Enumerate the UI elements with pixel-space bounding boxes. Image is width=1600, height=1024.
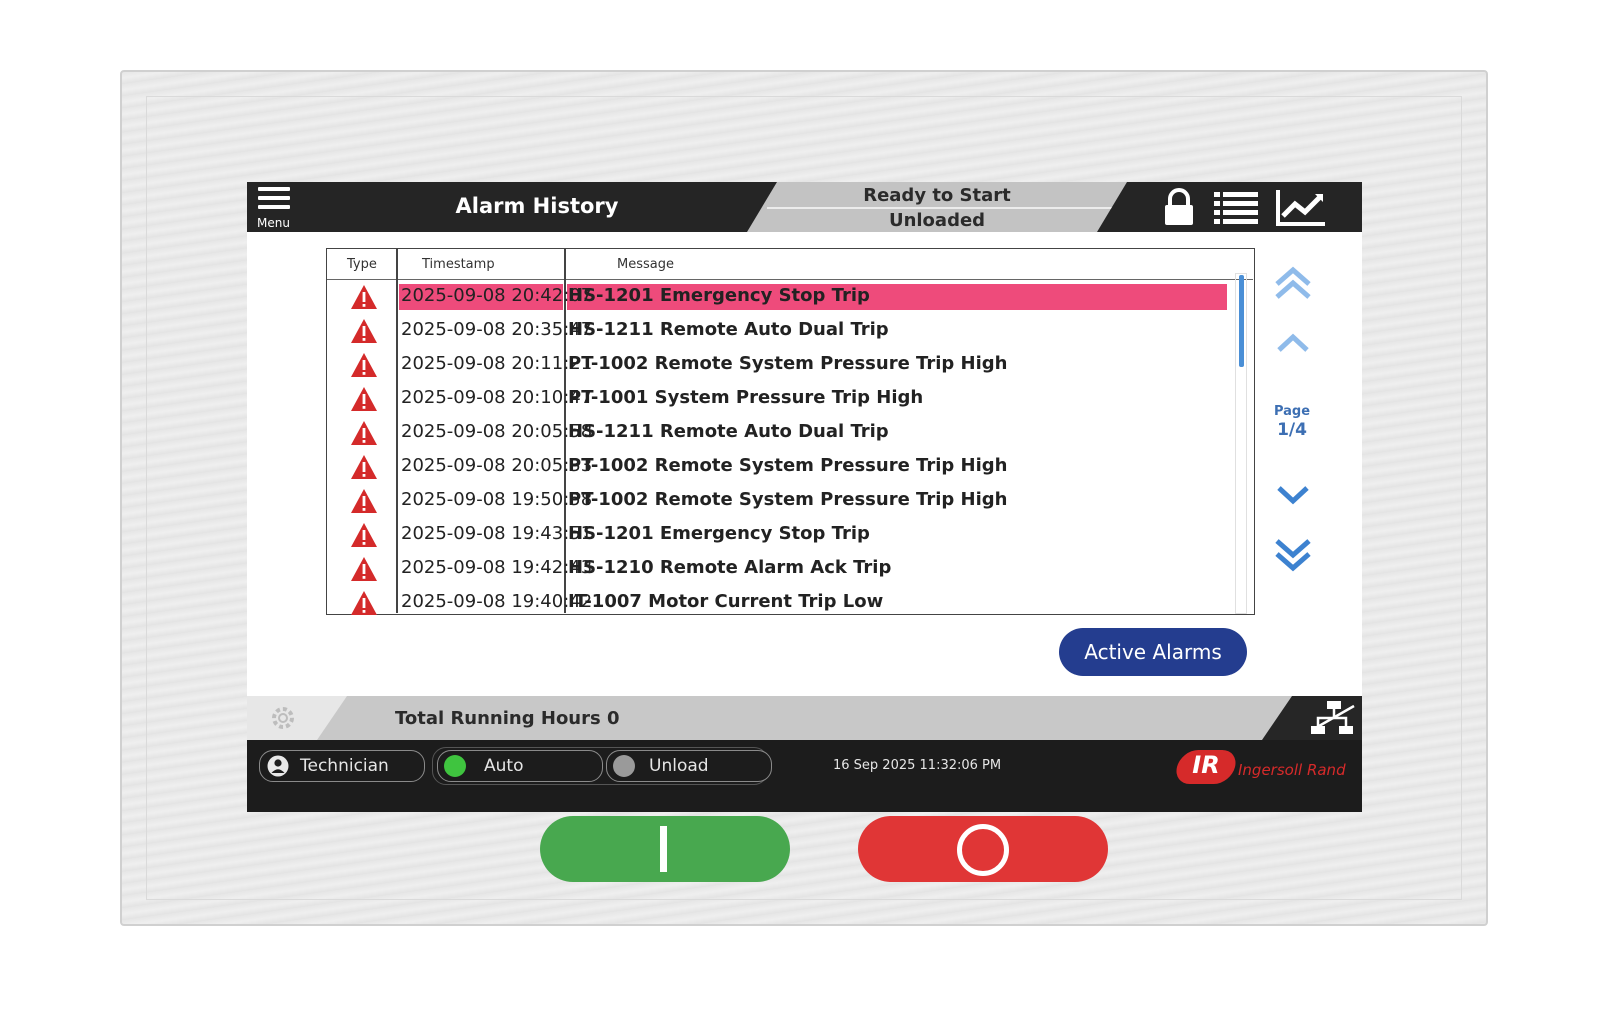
table-row[interactable]: 2025-09-08 19:43:51 HS-1201 Emergency Sto… (327, 518, 1253, 552)
alarm-triangle-icon (351, 285, 377, 309)
alarm-triangle-icon (351, 387, 377, 411)
last-page-icon[interactable] (1271, 534, 1315, 574)
unload-label: Unload (649, 756, 709, 776)
column-header-timestamp: Timestamp (422, 257, 495, 272)
alarm-triangle-icon (351, 421, 377, 445)
active-alarms-button[interactable]: Active Alarms (1059, 628, 1247, 676)
alarm-triangle-icon (351, 455, 377, 479)
row-timestamp: 2025-09-08 20:10:47 (401, 387, 593, 408)
hours-bar-left-segment (247, 696, 347, 740)
alarm-triangle-icon (351, 591, 377, 615)
network-icon[interactable] (1309, 700, 1357, 736)
user-selector[interactable]: Technician (259, 750, 425, 782)
row-message: HS-1201 Emergency Stop Trip (568, 285, 870, 306)
alarm-triangle-icon (351, 319, 377, 343)
hamburger-menu-icon-bar (258, 187, 290, 191)
machine-status: Ready to Start Unloaded (747, 182, 1127, 232)
total-running-hours: Total Running Hours 0 (395, 708, 620, 729)
auto-mode-label: Auto (484, 756, 524, 776)
page-indicator: 1/4 (1277, 420, 1307, 440)
column-header-message: Message (617, 257, 674, 272)
status-run-state: Ready to Start (863, 185, 1011, 206)
page-title: Alarm History (455, 194, 619, 218)
auto-status-led (444, 755, 466, 777)
brand-logo: IR Ingersoll Rand (1172, 748, 1357, 788)
row-message: IT-1007 Motor Current Trip Low (568, 591, 884, 612)
row-message: HS-1210 Remote Alarm Ack Trip (568, 557, 892, 578)
unload-button[interactable]: Unload (606, 750, 772, 782)
previous-page-icon[interactable] (1271, 324, 1315, 364)
row-message: PT-1002 Remote System Pressure Trip High (568, 455, 1008, 476)
row-message: HS-1211 Remote Auto Dual Trip (568, 421, 889, 442)
row-message: PT-1002 Remote System Pressure Trip High (568, 353, 1008, 374)
trend-chart-icon[interactable] (1275, 188, 1327, 228)
row-timestamp: 2025-09-08 19:42:43 (401, 557, 593, 578)
scrollbar-thumb[interactable] (1239, 275, 1244, 367)
header-bar: Menu Alarm History Ready to Start Unload… (247, 182, 1362, 232)
row-timestamp: 2025-09-08 20:35:47 (401, 319, 593, 340)
table-scrollbar[interactable] (1235, 273, 1247, 614)
first-page-icon[interactable] (1271, 264, 1315, 304)
status-divider (767, 207, 1112, 209)
row-timestamp: 2025-09-08 19:50:58 (401, 489, 593, 510)
alarm-triangle-icon (351, 557, 377, 581)
table-row[interactable]: 2025-09-08 20:35:47 HS-1211 Remote Auto D… (327, 314, 1253, 348)
start-bar-icon (660, 826, 667, 872)
row-message: PT-1002 Remote System Pressure Trip High (568, 489, 1008, 510)
row-timestamp: 2025-09-08 20:05:33 (401, 455, 593, 476)
status-load-state: Unloaded (888, 210, 986, 231)
list-icon[interactable] (1212, 188, 1260, 228)
row-message: HS-1201 Emergency Stop Trip (568, 523, 870, 544)
stop-button[interactable] (858, 816, 1108, 882)
row-message: HS-1211 Remote Auto Dual Trip (568, 319, 889, 340)
column-header-type: Type (347, 257, 377, 272)
hmi-screen: Menu Alarm History Ready to Start Unload… (247, 182, 1362, 812)
row-timestamp: 2025-09-08 20:05:58 (401, 421, 593, 442)
table-row[interactable]: 2025-09-08 20:10:47 PT-1001 System Pressu… (327, 382, 1253, 416)
auto-mode-button[interactable]: Auto (437, 750, 603, 782)
start-button[interactable] (540, 816, 790, 882)
gear-icon[interactable] (269, 704, 297, 732)
hamburger-menu-icon-bar (258, 205, 290, 209)
row-timestamp: 2025-09-08 20:11:21 (401, 353, 593, 374)
date-time: 16 Sep 2025 11:32:06 PM (833, 758, 1002, 773)
table-row[interactable]: 2025-09-08 19:40:42 IT-1007 Motor Current… (327, 586, 1253, 620)
menu-label: Menu (257, 216, 290, 230)
alarm-triangle-icon (351, 353, 377, 377)
row-timestamp: 2025-09-08 20:42:07 (401, 285, 593, 306)
row-timestamp: 2025-09-08 19:40:42 (401, 591, 593, 612)
alarm-triangle-icon (351, 489, 377, 513)
table-row[interactable]: 2025-09-08 20:05:58 HS-1211 Remote Auto D… (327, 416, 1253, 450)
user-role: Technician (300, 756, 389, 776)
table-row[interactable]: 2025-09-08 20:42:07 HS-1201 Emergency Sto… (327, 280, 1253, 314)
menu-button[interactable]: Menu (257, 186, 291, 230)
running-hours-bar: Total Running Hours 0 (247, 696, 1362, 740)
stop-circle-icon (957, 824, 1009, 876)
table-row[interactable]: 2025-09-08 20:11:21 PT-1002 Remote System… (327, 348, 1253, 382)
next-page-icon[interactable] (1271, 474, 1315, 514)
ir-logo-text: IR (1192, 751, 1220, 779)
brand-name: Ingersoll Rand (1238, 761, 1346, 779)
lock-icon[interactable] (1162, 188, 1196, 228)
user-icon (267, 755, 289, 777)
alarm-triangle-icon (351, 523, 377, 547)
table-row[interactable]: 2025-09-08 19:42:43 HS-1210 Remote Alarm … (327, 552, 1253, 586)
unload-status-led (613, 755, 635, 777)
row-timestamp: 2025-09-08 19:43:51 (401, 523, 593, 544)
alarm-history-table: Type Timestamp Message 2025-09-08 20:42:… (326, 248, 1255, 615)
table-row[interactable]: 2025-09-08 20:05:33 PT-1002 Remote System… (327, 450, 1253, 484)
table-row[interactable]: 2025-09-08 19:50:58 PT-1002 Remote System… (327, 484, 1253, 518)
page-label: Page (1273, 404, 1311, 419)
hamburger-menu-icon-bar (258, 196, 290, 200)
row-message: PT-1001 System Pressure Trip High (568, 387, 924, 408)
footer-bar: Technician Auto Unload 16 Sep 2025 11:32… (247, 740, 1362, 812)
